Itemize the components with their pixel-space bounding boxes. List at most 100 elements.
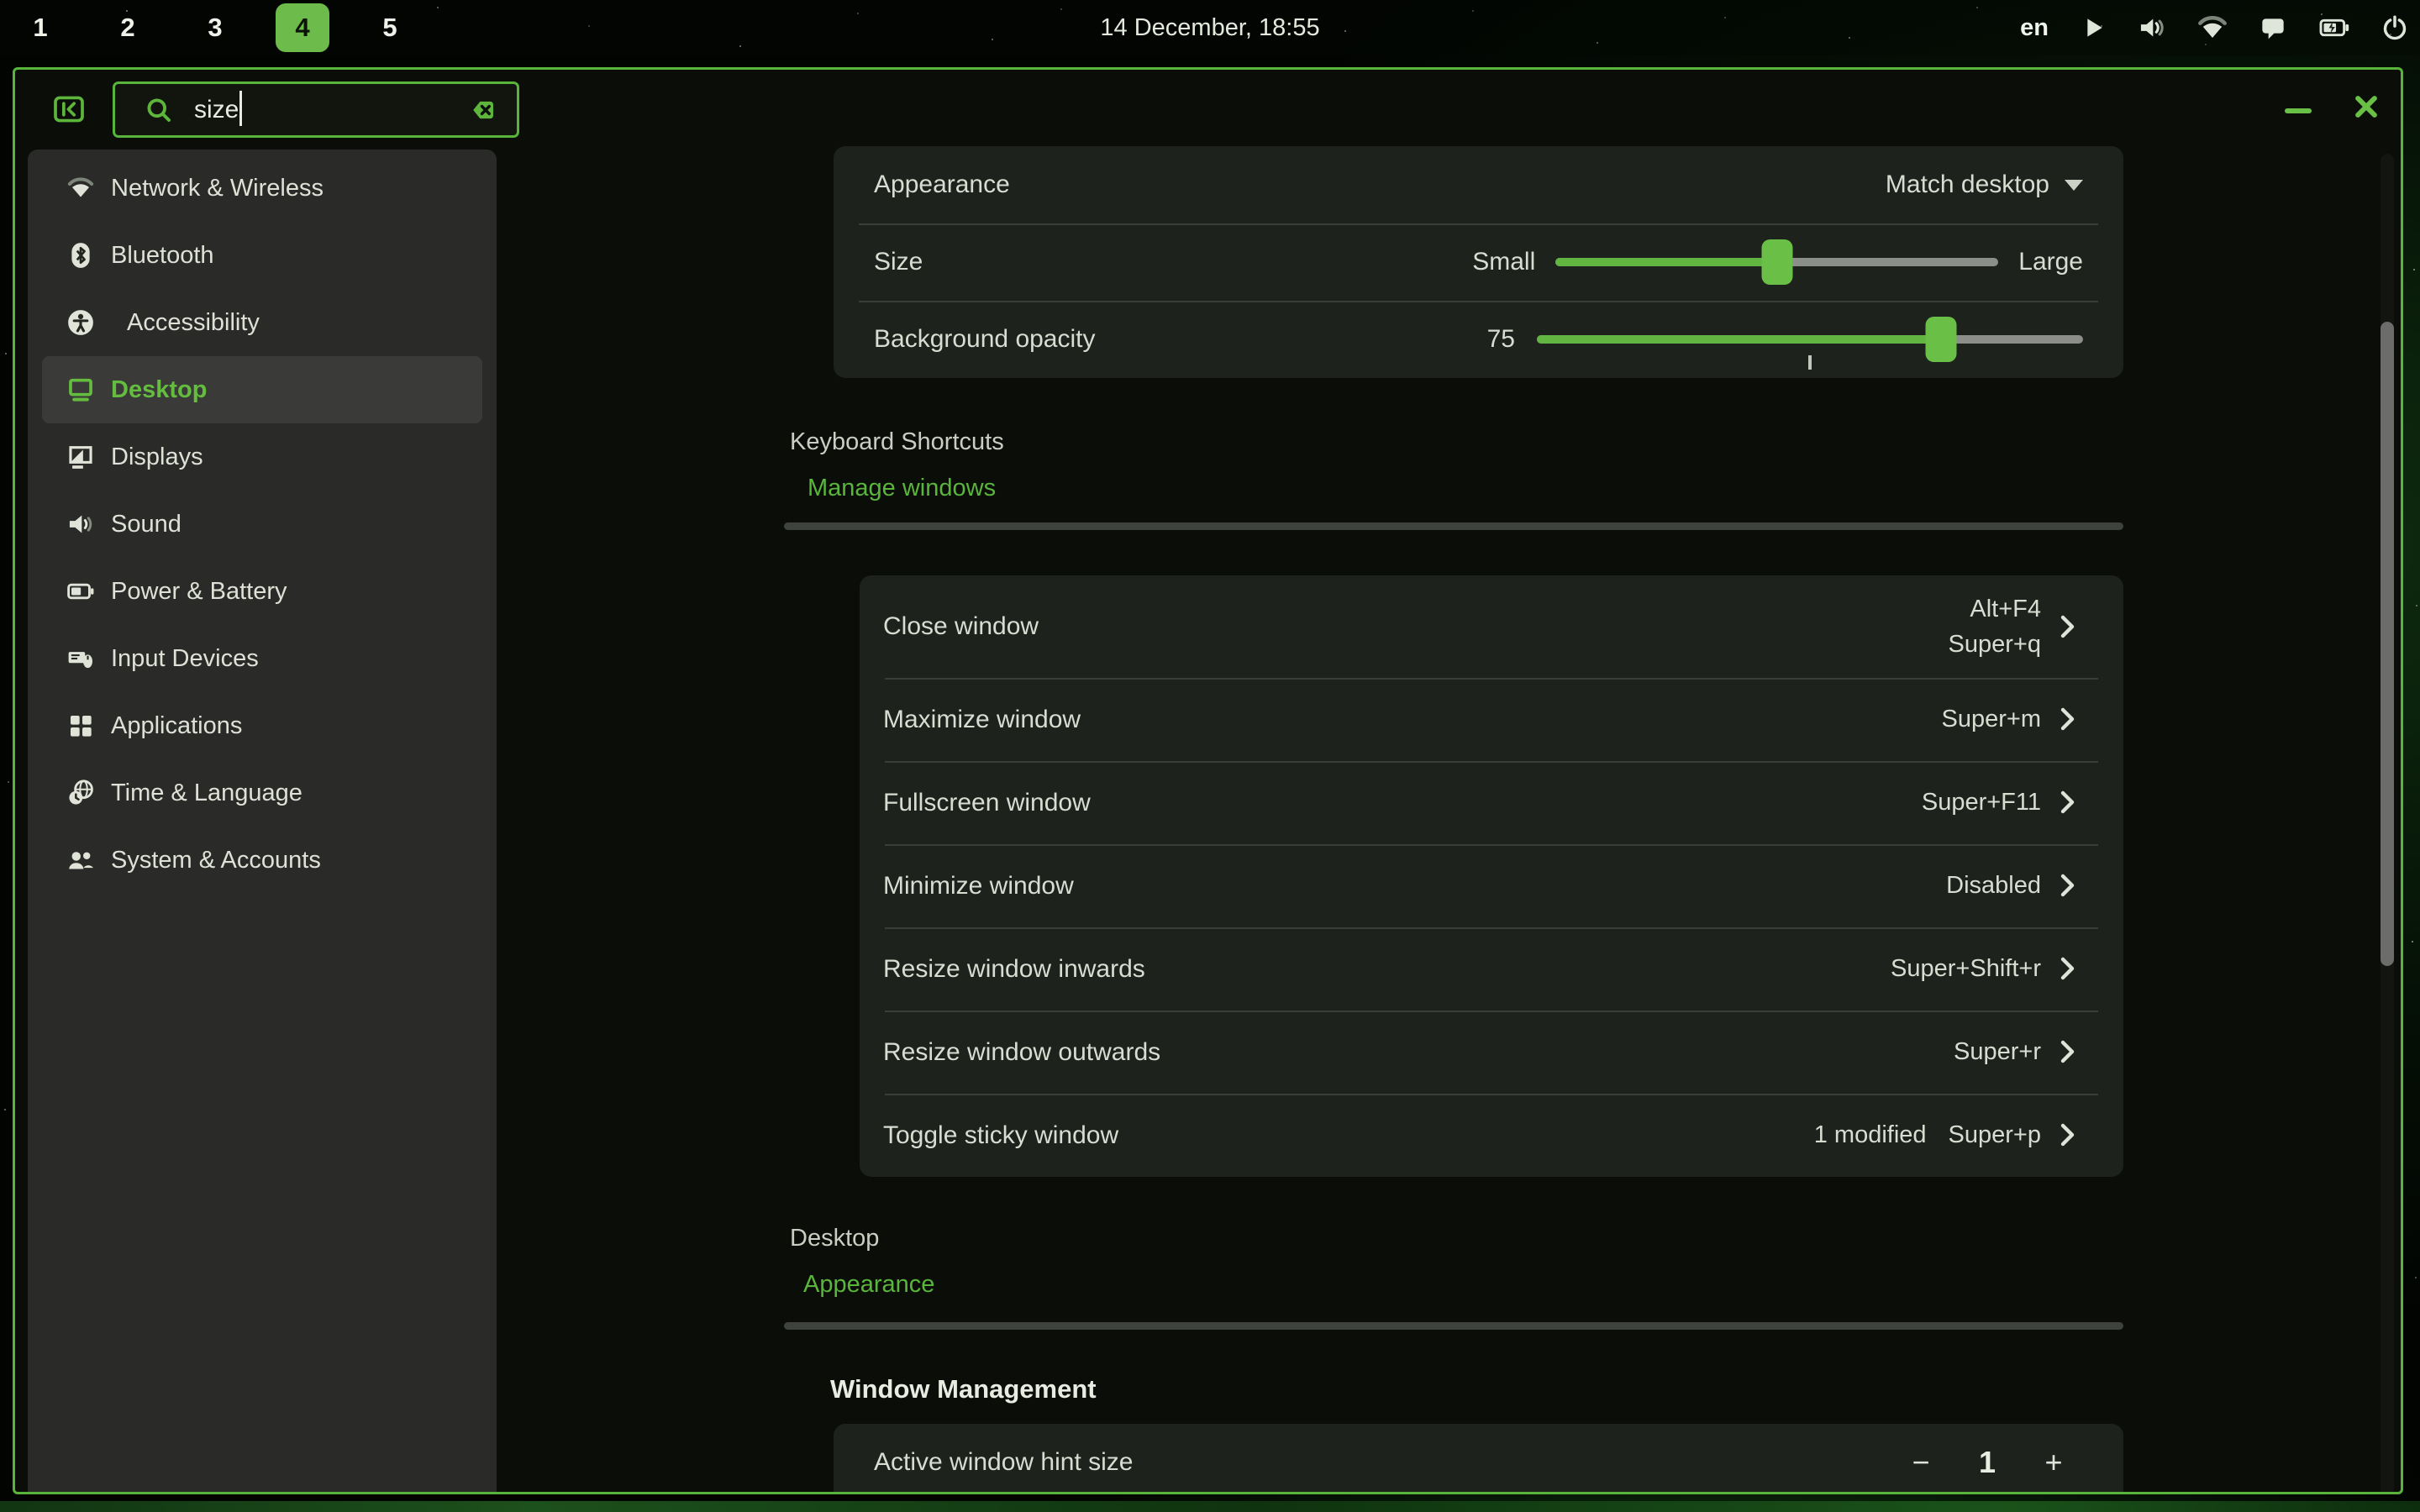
sidebar-toggle-button[interactable] [52,94,86,124]
settings-window: size Network & Wireless Bluetooth Access… [13,67,2403,1494]
displays-icon [66,443,95,471]
system-tray: en [2020,0,2408,55]
hint-size-value: 1 [1979,1445,1996,1480]
opacity-tick [1808,355,1812,370]
sidebar-item-displays[interactable]: Displays [42,423,482,491]
size-max-label: Large [2018,248,2083,276]
minimize-icon [2285,108,2312,113]
shortcut-action: Minimize window [883,872,1074,900]
desktop-icon [66,375,95,404]
sidebar-item-label: Displays [111,444,203,471]
users-icon [66,847,95,874]
keyboard-layout-indicator[interactable]: en [2020,14,2049,42]
sidebar-item-label: Accessibility [127,309,260,337]
shortcut-binding: Disabled [1946,868,2041,903]
appearance-link[interactable]: Appearance [803,1271,934,1299]
sidebar-item-time-language[interactable]: Time & Language [42,759,482,827]
power-icon[interactable] [2381,14,2408,41]
size-label: Size [874,248,923,276]
sidebar-item-system-accounts[interactable]: System & Accounts [42,827,482,894]
desktop-section-header: Desktop [790,1225,879,1252]
sidebar-item-label: Input Devices [111,645,259,673]
decrement-button[interactable]: − [1910,1447,1932,1478]
shortcut-action: Resize window inwards [883,955,1145,984]
shortcut-row-fullscreen-window[interactable]: Fullscreen window Super+F11 [860,761,2123,844]
shortcut-row-toggle-sticky[interactable]: Toggle sticky window 1 modified Super+p [860,1094,2123,1177]
shortcut-row-maximize-window[interactable]: Maximize window Super+m [860,678,2123,761]
hint-size-stepper: − 1 + [1910,1445,2065,1480]
appearance-dropdown-value[interactable]: Match desktop [1886,171,2049,199]
shortcut-action: Resize window outwards [883,1038,1160,1067]
clear-search-icon[interactable] [463,97,495,123]
size-slider[interactable] [1555,258,1998,266]
section-divider [784,1322,2123,1330]
wifi-icon [66,176,95,201]
sidebar-item-accessibility[interactable]: Accessibility [42,289,482,356]
search-input[interactable]: size [113,81,519,138]
sidebar-item-label: Time & Language [111,780,302,807]
opacity-slider[interactable] [1537,335,2083,344]
chevron-right-icon [2060,956,2076,981]
sidebar-item-desktop[interactable]: Desktop [42,356,482,423]
scrollbar-thumb[interactable] [2381,322,2394,966]
shortcut-row-minimize-window[interactable]: Minimize window Disabled [860,844,2123,927]
workspace-4-active[interactable]: 4 [276,3,329,52]
close-button[interactable] [2346,87,2386,127]
sidebar-item-bluetooth[interactable]: Bluetooth [42,222,482,289]
clock[interactable]: 14 December, 18:55 [1100,14,1319,42]
increment-button[interactable]: + [2043,1447,2065,1478]
shortcut-row-close-window[interactable]: Close window Alt+F4 Super+q [860,575,2123,678]
time-language-icon [66,779,95,807]
shortcut-row-resize-inwards[interactable]: Resize window inwards Super+Shift+r [860,927,2123,1011]
media-play-icon[interactable] [2080,14,2107,41]
sidebar-item-sound[interactable]: Sound [42,491,482,558]
chevron-right-icon [2060,873,2076,898]
sidebar-item-network-wireless[interactable]: Network & Wireless [42,155,482,222]
slider-handle[interactable] [1761,239,1792,285]
battery-icon [66,579,95,604]
sidebar-item-label: Sound [111,511,182,538]
window-management-title: Window Management [830,1374,1097,1404]
shortcut-row-resize-outwards[interactable]: Resize window outwards Super+r [860,1011,2123,1094]
top-panel: 1 2 3 4 5 14 December, 18:55 en [0,0,2420,55]
battery-charging-icon[interactable] [2318,14,2350,41]
shortcut-binding: Super+r [1954,1034,2041,1069]
sidebar-item-label: Power & Battery [111,578,287,606]
sidebar-item-label: System & Accounts [111,847,321,874]
opacity-value: 75 [1487,325,1515,354]
volume-icon[interactable] [2138,14,2166,41]
workspace-switcher: 1 2 3 4 5 [13,3,417,52]
bluetooth-icon [66,241,95,270]
minimize-button[interactable] [2278,91,2318,131]
workspace-5[interactable]: 5 [363,3,417,52]
shortcut-binding: Super+F11 [1922,785,2041,820]
sidebar-item-input-devices[interactable]: Input Devices [42,625,482,692]
notifications-icon[interactable] [2259,14,2287,41]
workspace-2[interactable]: 2 [101,3,155,52]
chevron-right-icon [2060,706,2076,732]
sidebar-item-label: Network & Wireless [111,175,324,202]
modified-badge: 1 modified [1814,1121,1927,1149]
shortcut-binding: Super+Shift+r [1891,951,2041,986]
opacity-label: Background opacity [874,325,1096,354]
shortcut-binding: Super+q [1949,627,2041,662]
apps-grid-icon [66,712,95,739]
chevron-down-icon [2065,180,2083,191]
manage-windows-link[interactable]: Manage windows [808,475,996,502]
slider-handle[interactable] [1926,317,1957,362]
sidebar-collapse-icon [53,96,85,123]
appearance-row[interactable]: Appearance Match desktop [834,146,2123,223]
workspace-3[interactable]: 3 [188,3,242,52]
sidebar-item-power-battery[interactable]: Power & Battery [42,558,482,625]
search-value: size [194,96,239,124]
sidebar-item-label: Desktop [111,376,207,404]
sidebar-item-label: Bluetooth [111,242,214,270]
sidebar-item-applications[interactable]: Applications [42,692,482,759]
appearance-label: Appearance [874,171,1010,199]
shortcut-binding: Alt+F4 [1970,591,2041,627]
scrollbar-track[interactable] [2381,154,2394,1494]
section-divider [784,522,2123,530]
wifi-icon[interactable] [2197,14,2228,41]
workspace-1[interactable]: 1 [13,3,67,52]
accessibility-icon [66,308,95,337]
